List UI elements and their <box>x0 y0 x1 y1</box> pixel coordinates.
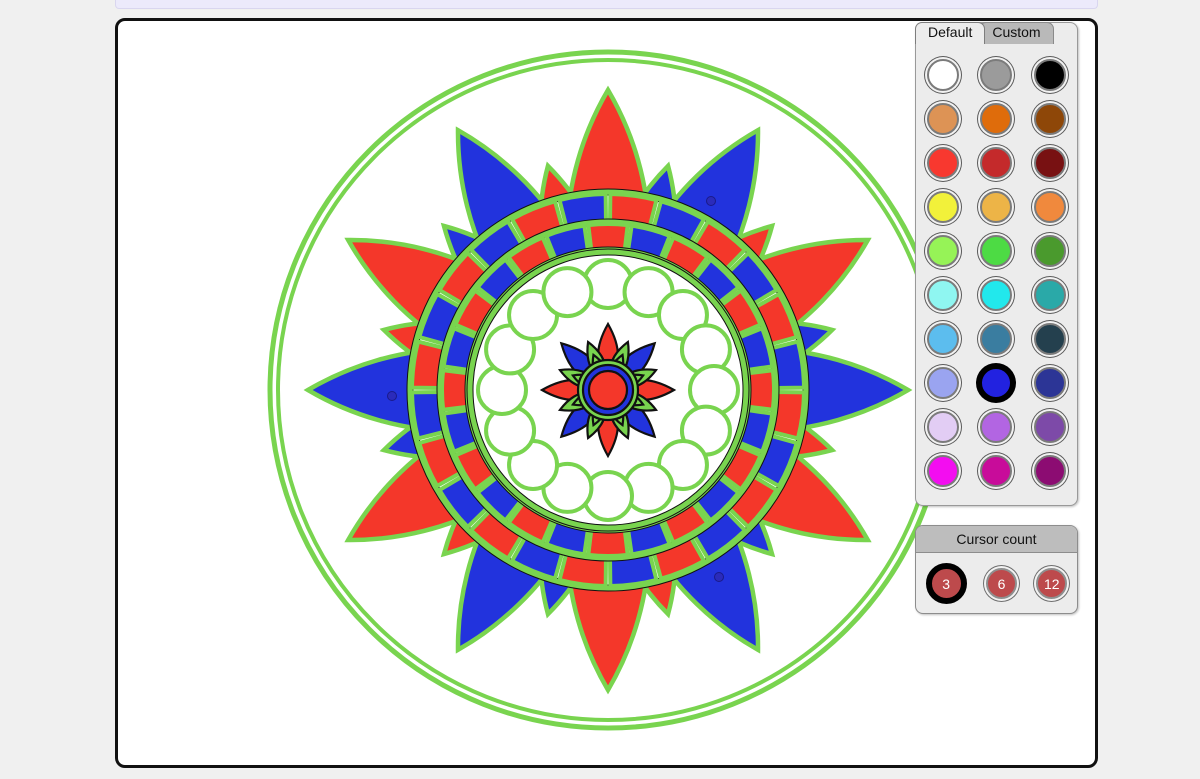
color-swatch-orange[interactable] <box>1034 191 1067 223</box>
cursor-count-options: 3 6 12 <box>916 553 1077 613</box>
color-swatch-teal[interactable] <box>1034 279 1067 311</box>
color-swatch-cell <box>918 405 968 449</box>
cursor-count-panel: Cursor count 3 6 12 <box>915 525 1078 614</box>
color-swatch-purple[interactable] <box>1034 411 1067 443</box>
color-swatch-cell <box>971 97 1021 141</box>
color-swatch-cell <box>918 361 968 405</box>
color-swatch-cell <box>918 229 968 273</box>
color-swatch-cell <box>971 273 1021 317</box>
color-swatch-cell <box>971 405 1021 449</box>
palette-tabs: Default Custom <box>915 22 1054 44</box>
color-swatch-red[interactable] <box>926 147 959 179</box>
color-swatch-blue[interactable] <box>977 364 1016 402</box>
color-swatch-cell <box>918 273 968 317</box>
color-swatch-white[interactable] <box>926 59 959 91</box>
color-swatch-tan[interactable] <box>926 103 959 135</box>
cursor-count-option-6[interactable]: 6 <box>985 568 1017 599</box>
color-swatch-cell <box>1025 185 1075 229</box>
color-swatch-orange-dark[interactable] <box>980 103 1013 135</box>
color-swatch-navy-slate[interactable] <box>1034 323 1067 355</box>
color-swatch-cell <box>918 317 968 361</box>
color-swatch-black[interactable] <box>1034 59 1067 91</box>
color-swatch-lime-light[interactable] <box>926 235 959 267</box>
color-swatch-yellow[interactable] <box>926 191 959 223</box>
color-swatch-cell <box>1025 273 1075 317</box>
color-swatch-green-bright[interactable] <box>980 235 1013 267</box>
color-swatch-cyan[interactable] <box>980 279 1013 311</box>
color-swatch-amber[interactable] <box>980 191 1013 223</box>
color-swatch-magenta-dark[interactable] <box>980 455 1013 487</box>
color-swatch-cell <box>1025 361 1075 405</box>
mandala-center-disc[interactable] <box>587 369 629 411</box>
color-swatch-cell <box>918 449 968 493</box>
color-swatch-brown[interactable] <box>1034 103 1067 135</box>
color-swatch-cyan-pale[interactable] <box>926 279 959 311</box>
cursor-dot-1 <box>706 196 716 206</box>
color-swatch-cell <box>1025 97 1075 141</box>
color-swatch-cell <box>971 185 1021 229</box>
color-swatch-cell <box>971 449 1021 493</box>
color-swatch-crimson[interactable] <box>980 147 1013 179</box>
color-swatch-cell <box>1025 317 1075 361</box>
color-swatch-cell <box>971 141 1021 185</box>
color-swatch-green-dark[interactable] <box>1034 235 1067 267</box>
color-swatch-cell <box>1025 141 1075 185</box>
cursor-dot-2 <box>387 391 397 401</box>
color-palette-panel <box>915 22 1078 506</box>
color-swatch-purple-dark[interactable] <box>1034 455 1067 487</box>
color-swatch-cell <box>971 317 1021 361</box>
color-swatch-grid <box>916 45 1077 501</box>
color-swatch-blue-dark[interactable] <box>1034 367 1067 399</box>
color-swatch-sky-blue[interactable] <box>926 323 959 355</box>
color-swatch-steel-blue[interactable] <box>980 323 1013 355</box>
color-swatch-cell <box>1025 405 1075 449</box>
cursor-count-option-12[interactable]: 12 <box>1036 568 1068 599</box>
color-swatch-maroon[interactable] <box>1034 147 1067 179</box>
color-swatch-cell <box>1025 53 1075 97</box>
cursor-dot-3 <box>714 572 724 582</box>
color-swatch-cell <box>918 53 968 97</box>
tab-default[interactable]: Default <box>915 22 986 44</box>
app-root: Default Custom Cursor count 3 6 12 <box>0 0 1200 779</box>
cursor-count-title: Cursor count <box>916 526 1077 553</box>
tab-custom[interactable]: Custom <box>979 22 1054 44</box>
top-status-strip <box>115 0 1098 9</box>
color-swatch-gray[interactable] <box>980 59 1013 91</box>
color-swatch-cell <box>918 185 968 229</box>
color-swatch-cell <box>918 141 968 185</box>
color-swatch-magenta[interactable] <box>926 455 959 487</box>
color-swatch-cell <box>971 361 1021 405</box>
color-swatch-lavender-pale[interactable] <box>926 411 959 443</box>
color-swatch-cell <box>971 229 1021 273</box>
cursor-count-option-3[interactable]: 3 <box>925 563 967 604</box>
color-swatch-cell <box>1025 449 1075 493</box>
color-swatch-cell <box>918 97 968 141</box>
color-swatch-cell <box>971 53 1021 97</box>
color-swatch-violet[interactable] <box>980 411 1013 443</box>
color-swatch-cell <box>1025 229 1075 273</box>
color-swatch-periwinkle[interactable] <box>926 367 959 399</box>
